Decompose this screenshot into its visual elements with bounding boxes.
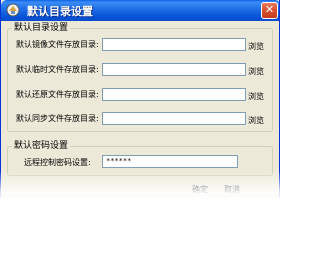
sync-dir-browse-link[interactable]: 浏览 [248,116,264,126]
sync-dir-input[interactable] [102,112,246,125]
remote-password-input[interactable]: ****** [102,155,238,168]
ok-button[interactable]: 确定 [192,185,208,195]
close-icon: ✕ [264,3,275,16]
cancel-button[interactable]: 取消 [224,185,240,195]
image-dir-browse-link[interactable]: 浏览 [248,42,264,52]
image-dir-label: 默认镜像文件存放目录: [16,40,99,49]
restore-dir-input[interactable] [102,88,246,101]
window-title: 默认目录设置 [27,5,93,18]
title-bar[interactable]: 默认目录设置 ✕ [1,0,279,21]
remote-password-label: 远程控制密码设置: [24,158,91,167]
close-button[interactable]: ✕ [261,2,278,19]
restore-dir-browse-link[interactable]: 浏览 [248,92,264,102]
image-dir-input[interactable] [102,38,246,51]
temp-dir-label: 默认临时文件存放目录: [16,65,99,74]
directory-settings-group: 默认目录设置 默认镜像文件存放目录: 浏览 默认临时文件存放目录: 浏览 默认还… [7,22,273,132]
app-icon [6,3,20,17]
temp-dir-input[interactable] [102,63,246,76]
directory-group-title: 默认目录设置 [12,22,71,34]
settings-dialog: 默认目录设置 ✕ 默认目录设置 默认镜像文件存放目录: 浏览 默认临时文件存放目… [0,0,280,198]
password-group-title: 默认密码设置 [12,140,71,152]
password-settings-group: 默认密码设置 远程控制密码设置: ****** [7,140,273,176]
temp-dir-browse-link[interactable]: 浏览 [248,67,264,77]
restore-dir-label: 默认还原文件存放目录: [16,90,99,99]
sync-dir-label: 默认同步文件存放目录: [16,114,99,123]
